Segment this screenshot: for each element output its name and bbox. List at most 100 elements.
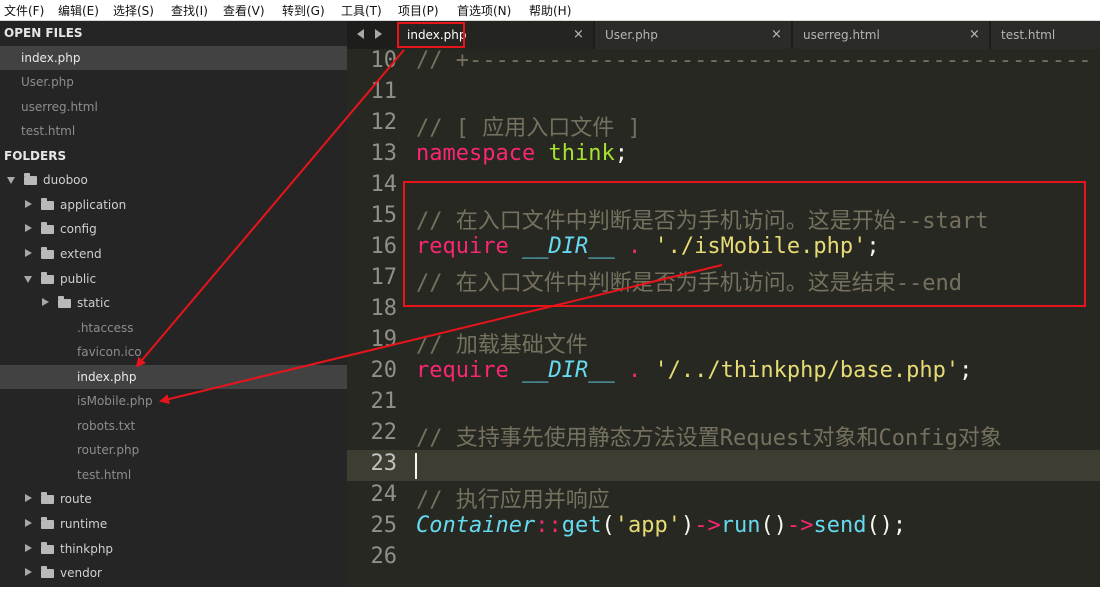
disclosure-triangle-icon[interactable] xyxy=(24,275,32,283)
disclosure-triangle-icon[interactable] xyxy=(25,568,32,577)
open-file-item[interactable]: test.html xyxy=(0,119,347,143)
code-line[interactable]: 24 // 执行应用并响应 xyxy=(347,481,1100,513)
disclosure-triangle-icon[interactable] xyxy=(25,199,32,208)
menu-item[interactable]: 项目(P) xyxy=(398,2,439,19)
disclosure-triangle-icon[interactable] xyxy=(25,543,32,552)
code-line[interactable]: 13 namespace think; xyxy=(347,140,1100,171)
folder-item[interactable]: runtime xyxy=(0,512,347,536)
close-icon[interactable]: × xyxy=(573,27,584,42)
disclosure-triangle-icon[interactable] xyxy=(25,494,32,503)
folder-item[interactable]: config xyxy=(0,217,347,241)
folder-label: extend xyxy=(60,246,102,261)
code-token: // 支持事先使用静态方法设置Request对象和Config对象 xyxy=(416,426,1002,451)
disclosure-triangle-icon[interactable] xyxy=(42,298,49,307)
code-token: 'app' xyxy=(614,513,681,538)
line-number: 14 xyxy=(370,172,398,197)
folder-label: vendor xyxy=(60,566,102,581)
code-token: get xyxy=(561,513,602,538)
file-item[interactable]: .htaccess xyxy=(0,316,347,340)
file-item[interactable]: test.html xyxy=(0,463,347,487)
code-token: // 在入口文件中判断是否为手机访问。这是结束--end xyxy=(416,271,962,296)
open-file-item[interactable]: User.php xyxy=(0,70,347,94)
folder-item[interactable]: route xyxy=(0,487,347,511)
folder-label: thinkphp xyxy=(60,541,114,556)
code-line[interactable]: 20 require __DIR__ . '/../thinkphp/base.p… xyxy=(347,357,1100,388)
folder-item[interactable]: extend xyxy=(0,242,347,266)
tab-User-php[interactable]: User.php × xyxy=(595,21,791,49)
folder-item[interactable]: vendor xyxy=(0,561,347,585)
folder-item[interactable]: duoboo xyxy=(0,168,347,192)
line-number: 24 xyxy=(370,482,398,507)
code-line[interactable]: 15 // 在入口文件中判断是否为手机访问。这是开始--start xyxy=(347,202,1100,234)
tab-nav-right-icon[interactable] xyxy=(375,29,382,39)
file-item[interactable]: router.php xyxy=(0,438,347,462)
tab-test-html[interactable]: test.html xyxy=(991,21,1100,49)
menu-item[interactable]: 选择(S) xyxy=(113,2,154,19)
open-file-item[interactable]: userreg.html xyxy=(0,95,347,119)
open-file-label: index.php xyxy=(21,50,81,65)
menu-item[interactable]: 工具(T) xyxy=(341,2,382,19)
code-token: // +------------------------------------… xyxy=(416,49,1092,73)
menu-item[interactable]: 编辑(E) xyxy=(58,2,99,19)
code-token: require xyxy=(416,234,509,259)
menu-bar: 文件(F) 编辑(E) 选择(S) 查找(I) 查看(V) 转到(G) 工具(T) 项目(P)… xyxy=(0,0,1100,21)
menu-item[interactable]: 查看(V) xyxy=(223,2,265,19)
folder-item[interactable]: application xyxy=(0,193,347,217)
close-icon[interactable]: × xyxy=(771,27,782,42)
menu-item[interactable]: 文件(F) xyxy=(4,2,44,19)
menu-item[interactable]: 帮助(H) xyxy=(529,2,571,19)
folder-icon xyxy=(41,197,54,210)
code-token: ; xyxy=(866,234,880,259)
tab-index-php[interactable]: index.php × xyxy=(397,21,593,49)
file-label: robots.txt xyxy=(77,418,136,433)
open-file-item[interactable]: index.php xyxy=(0,45,347,70)
folder-item[interactable]: static xyxy=(0,291,347,315)
code-line[interactable]: 17 // 在入口文件中判断是否为手机访问。这是结束--end xyxy=(347,264,1100,296)
folders-header: FOLDERS xyxy=(0,144,347,168)
code-text: namespace think; xyxy=(416,141,628,166)
code-line[interactable]: 18 xyxy=(347,295,1100,326)
code-line[interactable]: 26 xyxy=(347,543,1100,574)
open-file-label: test.html xyxy=(21,124,76,139)
disclosure-triangle-icon[interactable] xyxy=(25,519,32,527)
code-line[interactable]: 10 // +----------------------------------… xyxy=(347,49,1100,78)
tab-nav-left-icon[interactable] xyxy=(357,29,364,39)
code-line[interactable]: 22 // 支持事先使用静态方法设置Request对象和Config对象 xyxy=(347,419,1100,451)
tab-label: index.php xyxy=(407,28,467,42)
menu-item[interactable]: 转到(G) xyxy=(282,2,325,19)
line-number: 18 xyxy=(370,296,398,321)
code-line[interactable]: 12 // [ 应用入口文件 ] xyxy=(347,109,1100,141)
folder-label: duoboo xyxy=(43,173,88,188)
menu-item[interactable]: 查找(I) xyxy=(171,2,208,19)
code-token: send xyxy=(813,513,867,538)
code-line[interactable]: 11 xyxy=(347,78,1100,109)
disclosure-triangle-icon[interactable] xyxy=(25,224,32,233)
code-text: require __DIR__ . './isMobile.php'; xyxy=(416,234,880,259)
file-item[interactable]: robots.txt xyxy=(0,414,347,438)
folder-item[interactable]: thinkphp xyxy=(0,537,347,561)
code-line[interactable]: 16 require __DIR__ . './isMobile.php'; xyxy=(347,233,1100,264)
code-editor[interactable]: 10 // +----------------------------------… xyxy=(347,49,1100,587)
disclosure-triangle-icon[interactable] xyxy=(7,177,15,185)
tab-userreg-html[interactable]: userreg.html × xyxy=(793,21,989,49)
disclosure-triangle-icon[interactable] xyxy=(25,248,32,257)
file-item[interactable]: favicon.ico xyxy=(0,340,347,364)
code-line[interactable]: 21 xyxy=(347,388,1100,419)
folder-item[interactable]: public xyxy=(0,267,347,291)
close-icon[interactable]: × xyxy=(969,27,980,42)
code-line[interactable]: 23 xyxy=(347,450,1100,481)
line-number: 15 xyxy=(370,203,398,228)
code-line[interactable]: 19 // 加载基础文件 xyxy=(347,326,1100,358)
code-line[interactable]: 14 xyxy=(347,171,1100,202)
tab-label: User.php xyxy=(605,28,658,42)
file-label: isMobile.php xyxy=(77,394,153,409)
code-line[interactable]: 25 Container::get('app')->run()->send(); xyxy=(347,512,1100,543)
file-item[interactable]: index.php xyxy=(0,364,347,389)
menu-item[interactable]: 首选项(N) xyxy=(457,2,511,19)
file-item[interactable]: isMobile.php xyxy=(0,389,347,413)
